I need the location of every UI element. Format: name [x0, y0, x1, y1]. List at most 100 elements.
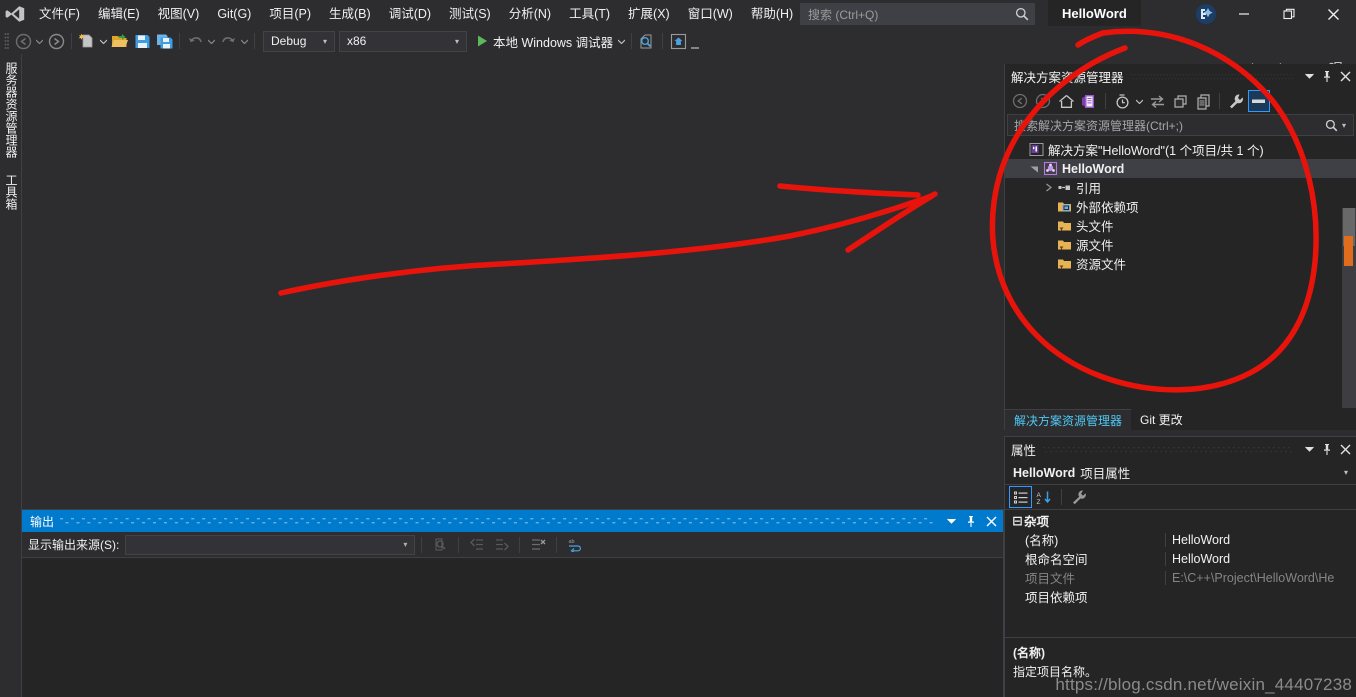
output-dropdown-icon[interactable] — [941, 511, 961, 531]
solution-explorer-close-icon[interactable] — [1336, 66, 1354, 86]
menu-item-analyze[interactable]: 分析(N) — [500, 1, 560, 27]
solution-explorer-dropdown-icon[interactable] — [1300, 66, 1318, 86]
find-in-files-icon[interactable] — [636, 30, 658, 52]
tree-item-references[interactable]: 引用 — [1005, 178, 1356, 197]
output-text-area[interactable] — [22, 558, 1003, 697]
property-pages-icon[interactable] — [1068, 486, 1091, 508]
undo-dropdown-icon[interactable] — [206, 30, 217, 52]
output-close-icon[interactable] — [981, 511, 1001, 531]
tree-twisty-expanded-icon[interactable] — [1027, 159, 1041, 178]
property-category-misc[interactable]: ⊟ 杂项 — [1005, 510, 1356, 530]
sync-with-active-document-icon[interactable] — [1146, 90, 1168, 112]
menu-item-view[interactable]: 视图(V) — [149, 1, 209, 27]
redo-dropdown-icon[interactable] — [239, 30, 250, 52]
search-icon[interactable] — [1325, 119, 1338, 132]
navigate-backward-dropdown-icon[interactable] — [34, 30, 45, 52]
home-icon[interactable] — [1055, 90, 1077, 112]
tree-item-header-files[interactable]: 头文件 — [1005, 216, 1356, 235]
menu-item-debug[interactable]: 调试(D) — [380, 1, 440, 27]
tree-item-solution[interactable]: 解决方案"HelloWord"(1 个项目/共 1 个) — [1005, 140, 1356, 159]
start-debugging-dropdown-icon[interactable] — [616, 30, 627, 52]
redo-icon[interactable] — [217, 30, 239, 52]
properties-pin-icon[interactable] — [1318, 439, 1336, 459]
undo-icon[interactable] — [184, 30, 206, 52]
output-source-combo[interactable]: ▾ — [125, 534, 416, 555]
preview-icon[interactable] — [667, 30, 689, 52]
new-item-dropdown-icon[interactable] — [98, 30, 109, 52]
tree-twisty-collapsed-icon[interactable] — [1041, 178, 1055, 197]
solution-explorer-pin-icon[interactable] — [1318, 66, 1336, 86]
menu-item-extensions[interactable]: 扩展(X) — [619, 1, 679, 27]
properties-object-selector[interactable]: HelloWord 项目属性 ▾ — [1005, 461, 1356, 485]
save-icon[interactable] — [131, 30, 153, 52]
tree-item-project[interactable]: HelloWord — [1005, 159, 1356, 178]
switch-views-icon[interactable] — [1078, 90, 1100, 112]
pending-changes-dropdown-icon[interactable] — [1134, 90, 1145, 112]
preview-selected-items-icon[interactable] — [1248, 90, 1270, 112]
menu-item-edit[interactable]: 编辑(E) — [89, 1, 149, 27]
find-message-icon[interactable] — [428, 534, 452, 556]
navigate-forward-icon[interactable] — [45, 30, 67, 52]
pending-changes-icon[interactable] — [1111, 90, 1133, 112]
user-account-avatar[interactable] — [1193, 2, 1219, 26]
properties-close-icon[interactable] — [1336, 439, 1354, 459]
save-all-icon[interactable] — [153, 30, 175, 52]
solution-configuration-combo[interactable]: Debug ▾ — [263, 30, 335, 52]
property-row[interactable]: 项目文件 E:\C++\Project\HelloWord\He — [1005, 568, 1356, 587]
property-row[interactable]: 项目依赖项 — [1005, 587, 1356, 606]
minimize-button[interactable] — [1221, 0, 1266, 28]
output-drag-handle[interactable] — [60, 510, 935, 532]
go-to-next-message-icon[interactable] — [489, 534, 513, 556]
output-pin-icon[interactable] — [961, 511, 981, 531]
property-value[interactable]: HelloWord — [1165, 551, 1356, 566]
go-to-previous-message-icon[interactable] — [465, 534, 489, 556]
maximize-restore-button[interactable] — [1266, 0, 1311, 28]
global-search-box[interactable]: 搜索 (Ctrl+Q) — [800, 3, 1035, 25]
properties-icon[interactable] — [1225, 90, 1247, 112]
properties-drag-handle[interactable] — [1043, 437, 1293, 461]
rail-tab-toolbox[interactable]: 工具箱 — [0, 166, 23, 218]
search-options-dropdown-icon[interactable]: ▾ — [1338, 121, 1350, 130]
solution-explorer-drag-handle[interactable] — [1130, 64, 1293, 88]
start-debugging-button[interactable]: 本地 Windows 调试器 — [473, 30, 616, 52]
navigate-backward-icon[interactable] — [12, 30, 34, 52]
collapse-category-icon[interactable]: ⊟ — [1011, 513, 1024, 528]
rail-tab-server-explorer[interactable]: 服务器资源管理器 — [0, 54, 23, 166]
property-row[interactable]: (名称) HelloWord — [1005, 530, 1356, 549]
toolbar-grip[interactable] — [0, 31, 12, 51]
solution-explorer-scrollbar[interactable] — [1342, 208, 1356, 430]
tree-item-source-files[interactable]: 源文件 — [1005, 235, 1356, 254]
toggle-word-wrap-icon[interactable]: ab — [563, 534, 587, 556]
property-row[interactable]: 根命名空间 HelloWord — [1005, 549, 1356, 568]
menu-item-window[interactable]: 窗口(W) — [679, 1, 742, 27]
menu-item-project[interactable]: 项目(P) — [260, 1, 320, 27]
solution-tree: 解决方案"HelloWord"(1 个项目/共 1 个) HelloWord 引… — [1005, 136, 1356, 273]
menu-item-file[interactable]: 文件(F) — [30, 1, 89, 27]
new-item-icon[interactable] — [76, 30, 98, 52]
clear-all-icon[interactable] — [526, 534, 550, 556]
open-file-icon[interactable] — [109, 30, 131, 52]
solution-explorer-search-input[interactable]: 搜索解决方案资源管理器(Ctrl+;) ▾ — [1007, 114, 1354, 136]
menu-item-help[interactable]: 帮助(H) — [742, 1, 802, 27]
menu-item-git[interactable]: Git(G) — [208, 1, 260, 27]
menu-item-tools[interactable]: 工具(T) — [560, 1, 619, 27]
properties-dropdown-icon[interactable] — [1300, 439, 1318, 459]
menu-item-test[interactable]: 测试(S) — [440, 1, 500, 27]
tree-item-resource-files[interactable]: 资源文件 — [1005, 254, 1356, 273]
back-icon[interactable] — [1009, 90, 1031, 112]
refresh-icon[interactable] — [1169, 90, 1191, 112]
categorized-icon[interactable] — [1009, 486, 1032, 508]
alphabetical-icon[interactable]: A Z — [1032, 486, 1055, 508]
chevron-down-icon[interactable]: ▾ — [1344, 468, 1352, 477]
tree-item-external-dependencies[interactable]: 外部依赖项 — [1005, 197, 1356, 216]
show-all-files-icon[interactable] — [1192, 90, 1214, 112]
close-button[interactable] — [1311, 0, 1356, 28]
solution-platform-combo[interactable]: x86 ▾ — [339, 30, 467, 52]
tab-git-changes[interactable]: Git 更改 — [1131, 409, 1192, 430]
property-value[interactable]: HelloWord — [1165, 532, 1356, 547]
toolbar-overflow-icon[interactable] — [689, 30, 700, 52]
tab-solution-explorer[interactable]: 解决方案资源管理器 — [1005, 409, 1132, 430]
toolbar-separator — [254, 33, 255, 49]
forward-icon[interactable] — [1032, 90, 1054, 112]
menu-item-build[interactable]: 生成(B) — [320, 1, 380, 27]
